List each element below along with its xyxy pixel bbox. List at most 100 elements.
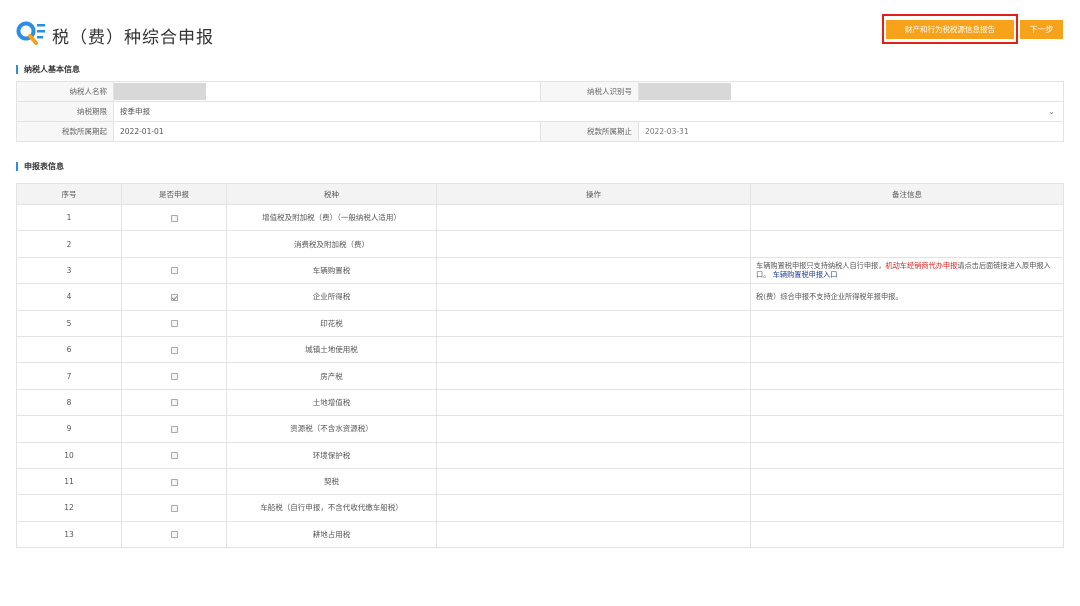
- table-row: 10 环境保护税: [16, 441, 1064, 469]
- col-header-no: 序号: [16, 183, 122, 205]
- search-tax-logo-icon: [16, 21, 45, 45]
- row-number: 9: [16, 415, 122, 443]
- operation-cell: [436, 309, 751, 337]
- note-cell: [750, 203, 1064, 232]
- declare-cell: [121, 283, 227, 311]
- note-cell: [750, 441, 1064, 469]
- operation-cell: [436, 256, 751, 285]
- declare-cell: [121, 335, 227, 364]
- tax-type: 车船税（自行申报，不含代收代缴车船税）: [226, 494, 437, 522]
- declare-checkbox[interactable]: [170, 346, 178, 354]
- declaration-table-body: 1 增值税及附加税（费）（一般纳税人适用） 2 消费税及附加税（费） 3 车辆购置税 车辆购…: [16, 203, 1064, 549]
- operation-cell: [436, 335, 751, 364]
- table-row: 2 消费税及附加税（费）: [16, 230, 1064, 258]
- declare-checkbox[interactable]: [170, 267, 178, 275]
- taxpayer-row-name: 纳税人名称 纳税人识别号: [16, 81, 1064, 102]
- chevron-down-icon: ⌄: [1048, 107, 1055, 116]
- tax-type: 车辆购置税: [226, 256, 437, 285]
- col-header-tax-type: 税种: [226, 183, 437, 205]
- masked-name: [114, 83, 206, 100]
- table-row: 11 契税: [16, 467, 1064, 496]
- declare-checkbox[interactable]: [170, 373, 178, 381]
- table-row: 4 企业所得税 税(费）综合申报不支持企业所得税年报申报。: [16, 283, 1064, 311]
- taxpayer-id-value: [638, 81, 1064, 102]
- tax-type: 耕地占用税: [226, 520, 437, 549]
- declare-cell: [121, 520, 227, 549]
- taxpayer-row-dates: 税款所属期起 2022-01-01 税款所属期止 2022-03-31: [16, 121, 1064, 142]
- declare-checkbox[interactable]: [170, 320, 178, 328]
- declare-cell: [121, 441, 227, 469]
- period-label: 纳税期限: [16, 101, 114, 122]
- declare-cell: [121, 203, 227, 232]
- row-number: 11: [16, 467, 122, 496]
- tax-type: 土地增值税: [226, 388, 437, 417]
- property-behavior-tax-report-button[interactable]: 财产和行为税税源信息报告: [886, 20, 1014, 39]
- masked-id: [639, 83, 731, 100]
- row-number: 10: [16, 441, 122, 469]
- declare-cell: [121, 415, 227, 443]
- tax-type: 房产税: [226, 362, 437, 390]
- tax-type: 资源税（不含水资源税）: [226, 415, 437, 443]
- declare-checkbox[interactable]: [170, 452, 178, 460]
- operation-cell: [436, 283, 751, 311]
- declaration-header-row: 序号 是否申报 税种 操作 备注信息: [16, 183, 1064, 205]
- note-cell: [750, 467, 1064, 496]
- table-row: 1 增值税及附加税（费）（一般纳税人适用）: [16, 203, 1064, 232]
- row-number: 13: [16, 520, 122, 549]
- next-step-button[interactable]: 下一步: [1020, 20, 1063, 39]
- note-cell: 税(费）综合申报不支持企业所得税年报申报。: [750, 283, 1064, 311]
- declare-checkbox[interactable]: [170, 425, 178, 433]
- note-cell: [750, 494, 1064, 522]
- declare-checkbox[interactable]: [170, 214, 178, 222]
- vehicle-purchase-tax-entry-link[interactable]: 车辆购置税申报入口: [773, 270, 838, 279]
- period-select-value: 按季申报: [120, 107, 150, 116]
- declare-cell: [121, 388, 227, 417]
- operation-cell: [436, 415, 751, 443]
- declare-checkbox[interactable]: [170, 504, 178, 512]
- note-cell: [750, 415, 1064, 443]
- declare-checkbox[interactable]: [170, 531, 178, 539]
- tax-type: 印花税: [226, 309, 437, 337]
- note-cell: [750, 362, 1064, 390]
- tax-type: 企业所得税: [226, 283, 437, 311]
- table-row: 8 土地增值税: [16, 388, 1064, 417]
- taxpayer-row-period: 纳税期限 按季申报 ⌄: [16, 101, 1064, 122]
- tax-type: 环境保护税: [226, 441, 437, 469]
- table-row: 13 耕地占用税: [16, 520, 1064, 549]
- end-date-label: 税款所属期止: [540, 121, 639, 142]
- row-number: 6: [16, 335, 122, 364]
- operation-cell: [436, 467, 751, 496]
- row-number: 3: [16, 256, 122, 285]
- operation-cell: [436, 520, 751, 549]
- declare-checkbox[interactable]: [170, 399, 178, 407]
- col-header-declare: 是否申报: [121, 183, 227, 205]
- row-number: 2: [16, 230, 122, 258]
- declare-checkbox[interactable]: [170, 478, 178, 486]
- declare-cell: [121, 467, 227, 496]
- note-cell: [750, 388, 1064, 417]
- end-date-value: 2022-03-31: [638, 121, 1064, 142]
- period-select[interactable]: 按季申报 ⌄: [113, 101, 1064, 122]
- row-number: 8: [16, 388, 122, 417]
- note-text: 税(费）综合申报不支持企业所得税年报申报。: [756, 292, 903, 302]
- declare-cell: [121, 494, 227, 522]
- row-number: 1: [16, 203, 122, 232]
- operation-cell: [436, 362, 751, 390]
- table-row: 3 车辆购置税 车辆购置税申报只支持纳税人自行申报，机动车经销商代办申报请点击后面链…: [16, 256, 1064, 285]
- table-row: 7 房产税: [16, 362, 1064, 390]
- note-cell: [750, 309, 1064, 337]
- table-row: 5 印花税: [16, 309, 1064, 337]
- note-cell: [750, 520, 1064, 549]
- col-header-operation: 操作: [436, 183, 751, 205]
- table-row: 12 车船税（自行申报，不含代收代缴车船税）: [16, 494, 1064, 522]
- declare-cell: [121, 309, 227, 337]
- tax-type: 城镇土地使用税: [226, 335, 437, 364]
- note-cell: 车辆购置税申报只支持纳税人自行申报，机动车经销商代办申报请点击后面链接进入原申报…: [750, 256, 1064, 285]
- taxpayer-name-value: [113, 81, 541, 102]
- note-cell: [750, 335, 1064, 364]
- tax-type: 增值税及附加税（费）（一般纳税人适用）: [226, 203, 437, 232]
- operation-cell: [436, 388, 751, 417]
- row-number: 5: [16, 309, 122, 337]
- declare-checkbox[interactable]: [170, 293, 178, 301]
- operation-cell: [436, 441, 751, 469]
